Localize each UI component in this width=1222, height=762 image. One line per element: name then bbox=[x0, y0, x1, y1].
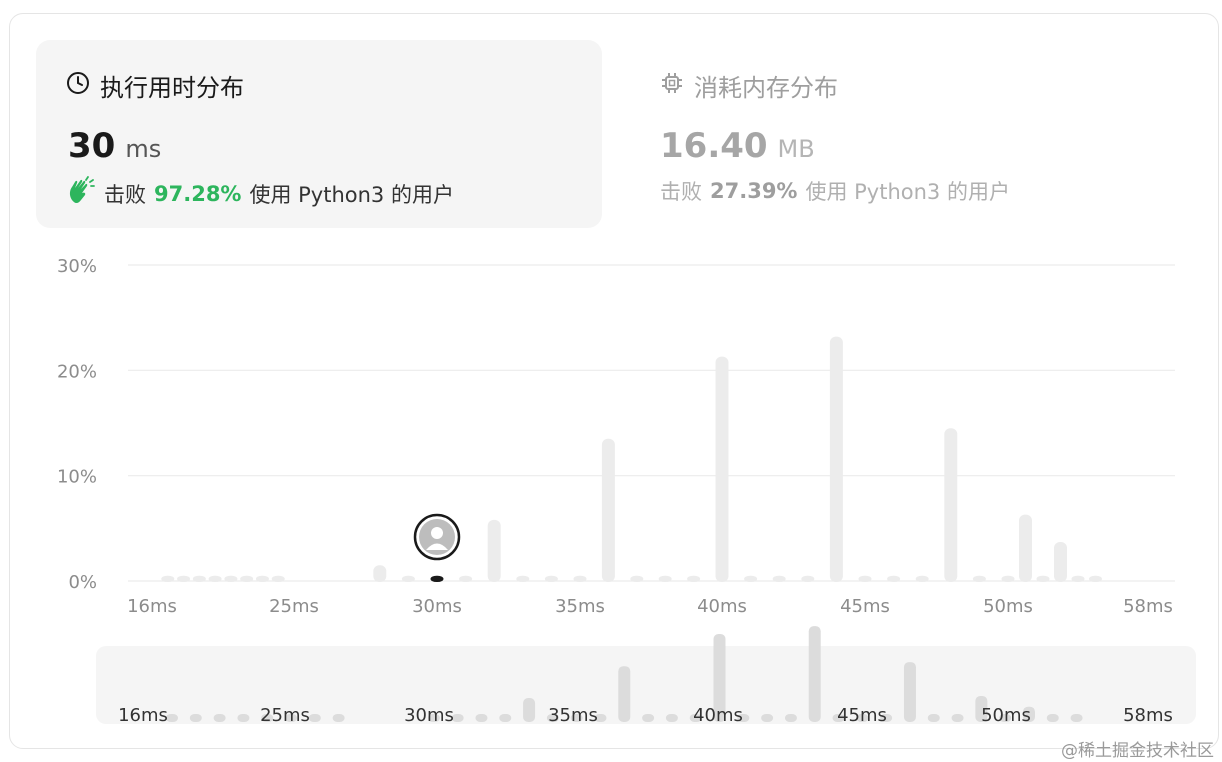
bar[interactable] bbox=[772, 575, 786, 582]
bar[interactable] bbox=[601, 438, 615, 582]
y-tick-label: 30% bbox=[57, 256, 97, 277]
mini-bar bbox=[523, 698, 536, 722]
mini-bar bbox=[951, 714, 964, 722]
mini-bar bbox=[927, 714, 940, 722]
bar[interactable] bbox=[744, 575, 758, 582]
mini-bar bbox=[903, 662, 916, 722]
bar[interactable] bbox=[1019, 514, 1032, 582]
bar[interactable] bbox=[161, 575, 175, 582]
bar[interactable] bbox=[459, 575, 473, 582]
bar[interactable] bbox=[915, 575, 929, 582]
bar[interactable] bbox=[801, 575, 815, 582]
bar[interactable] bbox=[544, 575, 558, 582]
x-tick-label: 40ms bbox=[697, 596, 747, 617]
bar[interactable] bbox=[255, 575, 269, 582]
mini-bar bbox=[784, 714, 797, 722]
bar[interactable] bbox=[240, 575, 254, 582]
bar[interactable] bbox=[858, 575, 872, 582]
x-tick-label: 35ms bbox=[555, 596, 605, 617]
bar[interactable] bbox=[573, 575, 587, 582]
bar[interactable] bbox=[972, 575, 986, 582]
bar[interactable] bbox=[630, 575, 644, 582]
mini-bar bbox=[642, 714, 655, 722]
bar[interactable] bbox=[1001, 575, 1015, 582]
mini-tick-label: 50ms bbox=[981, 705, 1031, 726]
bar[interactable] bbox=[177, 575, 191, 582]
mini-tick-label: 16ms bbox=[118, 705, 168, 726]
bar[interactable] bbox=[208, 575, 222, 582]
avatar-head bbox=[431, 527, 443, 539]
y-tick-label: 20% bbox=[57, 361, 97, 382]
mini-tick-label: 45ms bbox=[837, 705, 887, 726]
bar[interactable] bbox=[1089, 575, 1102, 582]
x-tick-label: 30ms bbox=[412, 596, 462, 617]
mini-bar bbox=[189, 714, 202, 722]
bar[interactable] bbox=[715, 356, 729, 582]
mini-tick-label: 35ms bbox=[548, 705, 598, 726]
bar[interactable] bbox=[829, 336, 843, 582]
mini-bar bbox=[1046, 714, 1059, 722]
mini-tick-label: 40ms bbox=[693, 705, 743, 726]
bar[interactable] bbox=[658, 575, 672, 582]
bar[interactable] bbox=[887, 575, 901, 582]
mini-bar bbox=[499, 714, 512, 722]
mini-bar bbox=[475, 714, 488, 722]
bar[interactable] bbox=[1036, 575, 1050, 582]
y-tick-label: 0% bbox=[68, 572, 97, 593]
bar[interactable] bbox=[1071, 575, 1085, 582]
x-tick-label: 50ms bbox=[983, 596, 1033, 617]
mini-bar bbox=[237, 714, 250, 722]
bar[interactable] bbox=[192, 575, 206, 582]
bar[interactable] bbox=[401, 575, 415, 582]
x-tick-label: 45ms bbox=[840, 596, 890, 617]
x-tick-label: 16ms bbox=[127, 596, 177, 617]
mini-bar bbox=[308, 714, 321, 722]
mini-bar bbox=[808, 626, 821, 722]
mini-bar bbox=[618, 666, 631, 722]
bar[interactable] bbox=[487, 519, 501, 582]
bar[interactable] bbox=[944, 428, 958, 582]
mini-tick-label: 58ms bbox=[1123, 705, 1173, 726]
mini-bar bbox=[665, 714, 678, 722]
mini-bar bbox=[761, 714, 774, 722]
y-tick-label: 10% bbox=[57, 467, 97, 488]
x-tick-label: 25ms bbox=[269, 596, 319, 617]
bar[interactable] bbox=[687, 575, 701, 582]
watermark: @稀土掘金技术社区 bbox=[1061, 741, 1214, 761]
x-tick-label: 58ms bbox=[1123, 596, 1173, 617]
bar[interactable] bbox=[1054, 542, 1067, 582]
bar[interactable] bbox=[224, 575, 238, 582]
mini-bar bbox=[213, 714, 226, 722]
mini-bar bbox=[1070, 714, 1083, 722]
bar[interactable] bbox=[271, 575, 285, 582]
mini-tick-label: 25ms bbox=[260, 705, 310, 726]
mini-tick-label: 30ms bbox=[404, 705, 454, 726]
mini-bar bbox=[332, 714, 345, 722]
bar[interactable] bbox=[373, 565, 387, 582]
highlighted-bar[interactable] bbox=[430, 575, 444, 582]
bar[interactable] bbox=[516, 575, 530, 582]
runtime-distribution-chart: 30% 20% 10% 0% 16ms 25ms 30ms 35ms 40ms 45ms 50ms 5… bbox=[57, 256, 1175, 726]
